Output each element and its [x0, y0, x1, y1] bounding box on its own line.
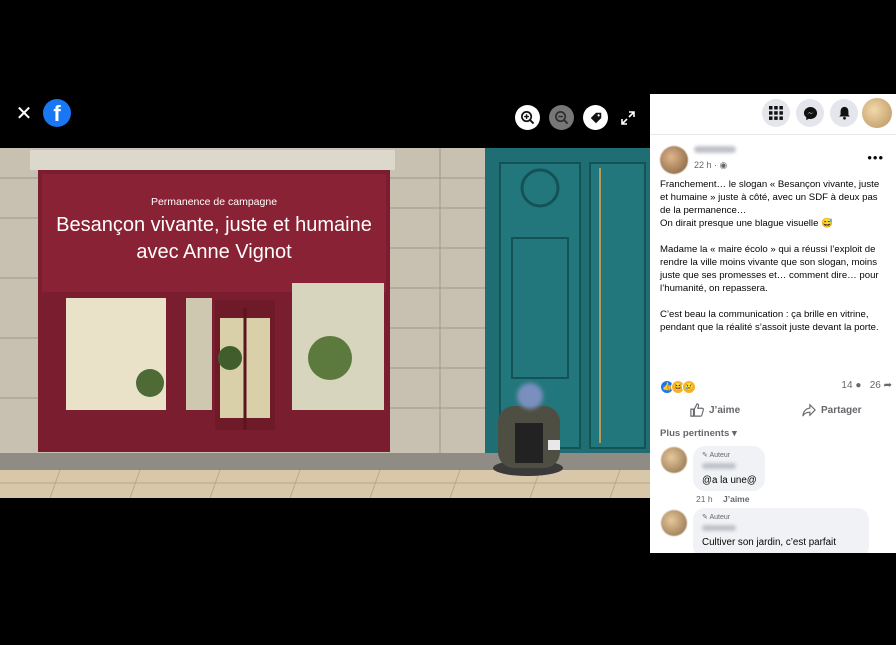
comment-bubble: ✎ Auteur @a la une@ [693, 446, 765, 491]
commenter-name-blurred[interactable] [702, 463, 736, 469]
globe-icon: ◉ [719, 160, 728, 170]
sign-name: avec Anne Vignot [136, 241, 292, 263]
reactions[interactable]: 👍 😆 😢 [660, 380, 696, 394]
caret-down-icon: ▾ [731, 428, 737, 439]
post-paragraph-1: Franchement… le slogan « Besançon vivant… [660, 179, 880, 216]
like-icon [690, 403, 704, 417]
comment-text: Cultiver son jardin, c’est parfait [702, 537, 836, 548]
like-button[interactable]: J’aime [690, 403, 740, 417]
sad-reaction-icon: 😢 [682, 380, 696, 394]
comment-sort-dropdown[interactable]: Plus pertinents ▾ [660, 428, 737, 439]
post-paragraph-4: C’est beau la communication : ça brille … [660, 309, 879, 333]
commenter-avatar[interactable] [661, 510, 687, 536]
engagement-counts[interactable]: 14 ● 26 ➦ [841, 380, 892, 391]
share-count[interactable]: 26 [870, 380, 881, 391]
post-photo: Permanence de campagne Besançon vivante,… [0, 148, 650, 498]
campaign-sign: Permanence de campagne Besançon vivante,… [42, 196, 386, 264]
share-icon [802, 403, 816, 417]
close-icon[interactable]: ✕ [14, 104, 34, 124]
comment-like-button[interactable]: J’aime [723, 494, 749, 504]
facebook-logo[interactable]: f [43, 99, 71, 127]
author-avatar[interactable] [660, 146, 688, 174]
commenter-name-blurred[interactable] [702, 525, 736, 531]
author-name-blurred[interactable] [694, 146, 736, 153]
comment-count-icon: ● [855, 380, 862, 391]
post-paragraph-3: Madame la « maire écolo » qui a réussi l… [660, 244, 879, 294]
bell-icon[interactable] [830, 99, 858, 127]
share-button[interactable]: Partager [802, 403, 862, 417]
zoom-in-icon[interactable] [515, 105, 540, 130]
comment-count[interactable]: 14 [841, 380, 852, 391]
tag-icon[interactable] [583, 105, 608, 130]
post-text: Franchement… le slogan « Besançon vivant… [660, 178, 888, 347]
share-count-icon: ➦ [883, 380, 892, 391]
comment-text: @a la une@ [702, 475, 757, 486]
author-badge: ✎ Auteur [702, 452, 731, 459]
post-panel: 22 h · ◉ ••• Franchement… le slogan « Be… [650, 94, 896, 553]
top-bar [650, 94, 896, 135]
sign-slogan: Besançon vivante, juste et humaine [56, 214, 372, 236]
profile-avatar[interactable] [862, 98, 892, 128]
messenger-icon[interactable] [796, 99, 824, 127]
comment-time[interactable]: 21 h [696, 494, 713, 504]
more-options-icon[interactable]: ••• [867, 150, 884, 165]
commenter-avatar[interactable] [661, 447, 687, 473]
sign-subtitle: Permanence de campagne [150, 196, 278, 208]
fullscreen-icon[interactable] [620, 110, 636, 126]
author-badge: ✎ Auteur [702, 514, 731, 521]
post-time[interactable]: 22 h · ◉ [694, 160, 727, 171]
comment-bubble: ✎ Auteur Cultiver son jardin, c’est parf… [693, 508, 869, 553]
menu-grid-icon[interactable] [762, 99, 790, 127]
post-paragraph-2: On dirait presque une blague visuelle 😅 [660, 218, 834, 229]
zoom-out-icon[interactable] [549, 105, 574, 130]
